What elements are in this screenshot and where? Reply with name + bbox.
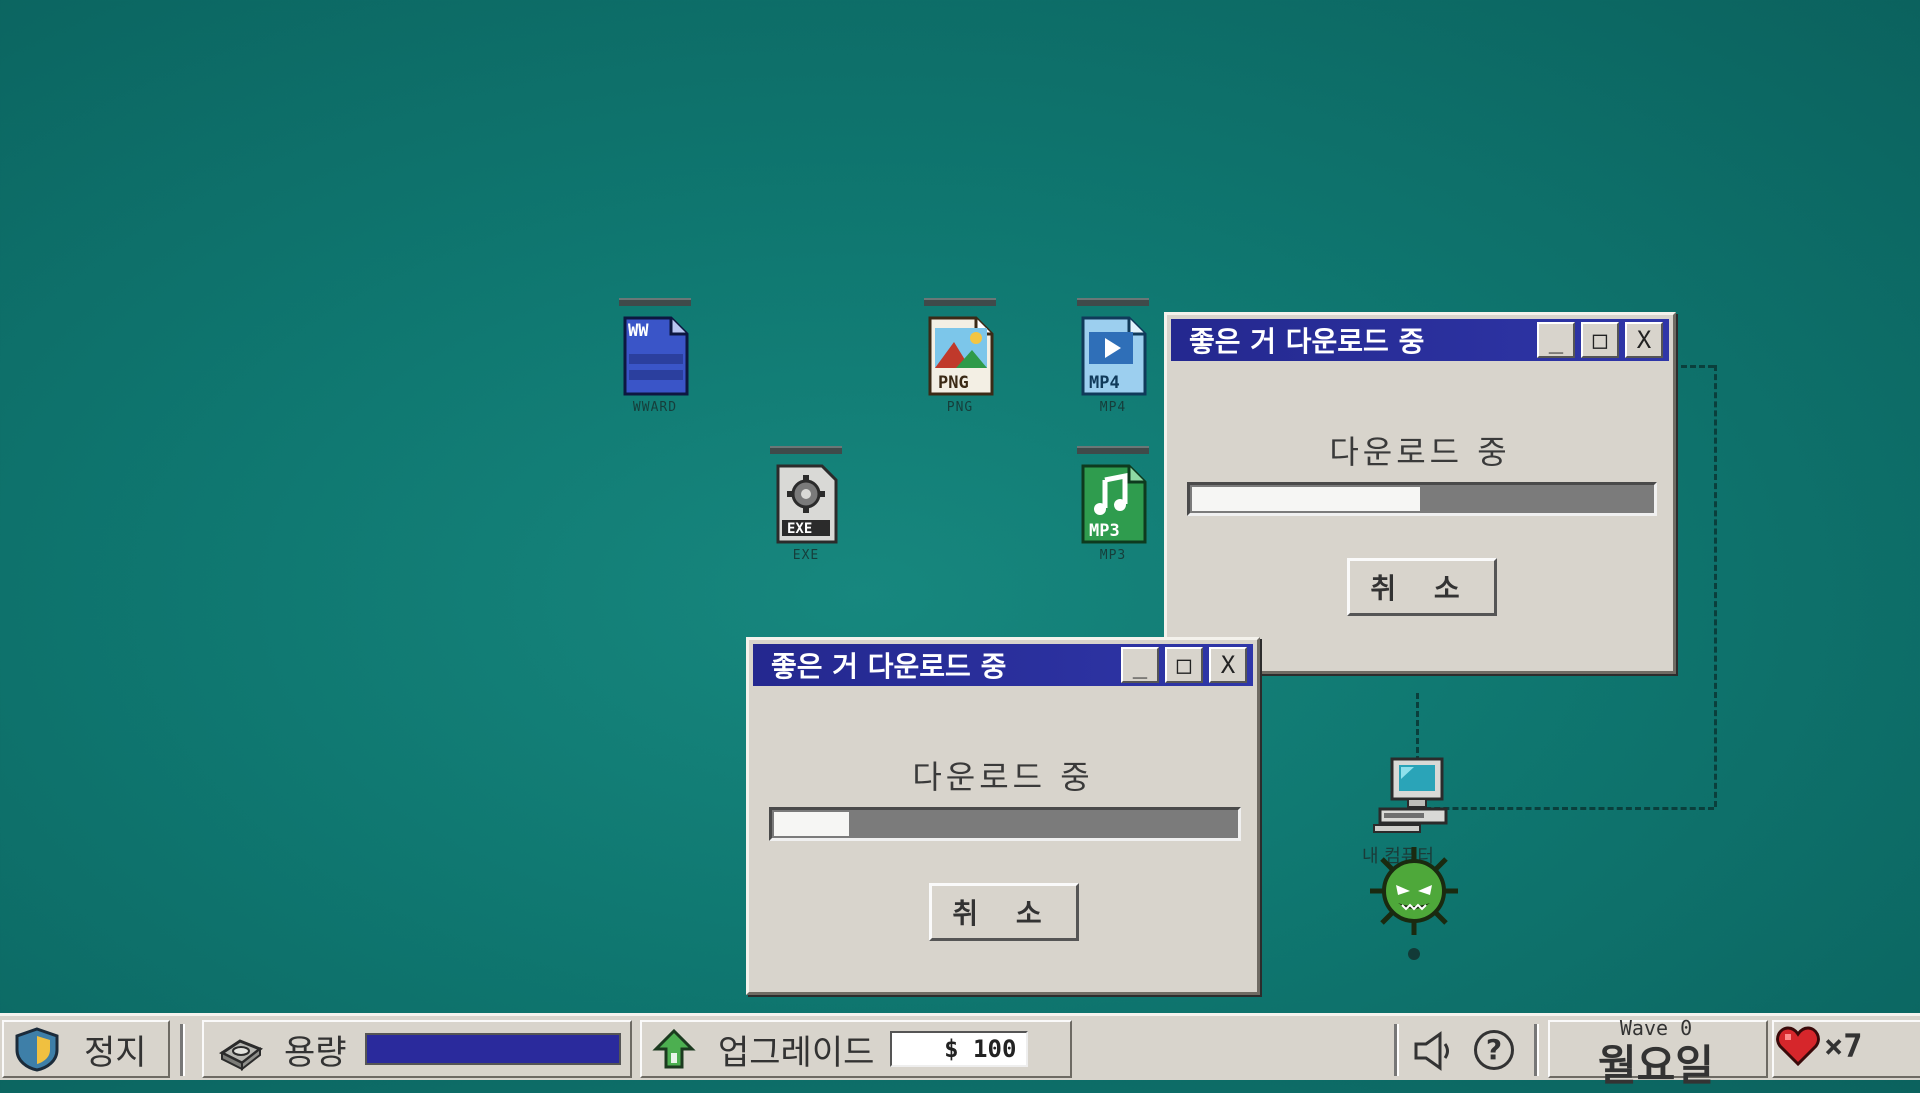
audio-file-icon: MP3 <box>1081 464 1147 544</box>
cancel-button[interactable]: 취 소 <box>929 883 1079 941</box>
upgrade-panel[interactable]: 업그레이드 $ 100 <box>640 1020 1072 1078</box>
minimize-button[interactable]: _ <box>1121 647 1159 683</box>
video-file-icon: MP4 <box>1081 316 1147 396</box>
cancel-button[interactable]: 취 소 <box>1347 558 1497 616</box>
image-file-icon: PNG <box>928 316 994 396</box>
capacity-label: 용량 <box>284 1032 347 1073</box>
capacity-bar <box>364 1033 621 1065</box>
download-message: 다운로드 중 <box>1329 433 1511 471</box>
day-label: 월요일 <box>1598 1041 1714 1090</box>
download-window[interactable]: 좋은 거 다운로드 중 _ □ X 다운로드 중 취 소 <box>746 637 1260 995</box>
icon-health-bar <box>1077 446 1149 454</box>
window-titlebar[interactable]: 좋은 거 다운로드 중 _ □ X <box>753 644 1253 686</box>
virus-enemy-icon <box>1370 847 1458 935</box>
stop-button[interactable]: 정지 <box>2 1020 170 1078</box>
file-icon-wward[interactable]: WW WWARD <box>610 298 700 415</box>
file-label: PNG <box>946 400 974 415</box>
upgrade-arrow-icon <box>652 1028 696 1069</box>
window-title: 좋은 거 다운로드 중 <box>771 650 1007 683</box>
path-marker <box>1408 948 1420 960</box>
taskbar-divider <box>1534 1024 1539 1076</box>
executable-file-icon: EXE <box>776 464 838 544</box>
icon-health-bar <box>770 446 842 454</box>
download-window[interactable]: 좋은 거 다운로드 중 _ □ X 다운로드 중 취 소 <box>1164 312 1676 674</box>
speaker-icon[interactable] <box>1410 1030 1456 1072</box>
computer-icon[interactable] <box>1370 755 1460 835</box>
heart-icon <box>1776 1026 1820 1066</box>
lives-count: ×7 <box>1824 1027 1863 1065</box>
document-file-icon: WW <box>623 316 689 396</box>
help-icon[interactable]: ? <box>1474 1030 1514 1070</box>
maximize-button[interactable]: □ <box>1165 647 1203 683</box>
close-button[interactable]: X <box>1209 647 1247 683</box>
file-icon-mp3[interactable]: MP3 MP3 <box>1068 446 1158 563</box>
money-display: $ 100 <box>890 1031 1029 1067</box>
file-label: EXE <box>792 548 820 563</box>
network-path <box>1672 365 1714 368</box>
file-icon-mp4[interactable]: MP4 MP4 <box>1068 298 1158 415</box>
svg-text:WW: WW <box>628 321 649 341</box>
progress-fill <box>774 812 850 836</box>
network-path <box>1416 807 1714 810</box>
minimize-button[interactable]: _ <box>1537 322 1575 358</box>
maximize-button[interactable]: □ <box>1581 322 1619 358</box>
window-titlebar[interactable]: 좋은 거 다운로드 중 _ □ X <box>1171 319 1669 361</box>
file-icon-exe[interactable]: EXE EXE <box>761 446 851 563</box>
hard-disk-icon <box>219 1039 263 1071</box>
network-path <box>1714 365 1717 807</box>
icon-health-bar <box>924 298 996 306</box>
download-progress-bar <box>769 807 1241 841</box>
icon-health-bar <box>619 298 691 306</box>
file-label: WWARD <box>632 400 678 415</box>
taskbar-divider <box>180 1024 185 1076</box>
download-message: 다운로드 중 <box>912 758 1094 796</box>
stop-label: 정지 <box>84 1032 147 1073</box>
taskbar-divider <box>1394 1024 1399 1076</box>
icon-health-bar <box>1077 298 1149 306</box>
capacity-panel: 용량 <box>202 1020 632 1078</box>
svg-text:EXE: EXE <box>787 521 812 537</box>
shield-icon <box>15 1027 59 1072</box>
window-title: 좋은 거 다운로드 중 <box>1189 325 1425 358</box>
download-progress-bar <box>1187 482 1657 516</box>
file-label: MP4 <box>1099 400 1127 415</box>
close-button[interactable]: X <box>1625 322 1663 358</box>
upgrade-label: 업그레이드 <box>718 1032 875 1073</box>
file-icon-png[interactable]: PNG PNG <box>915 298 1005 415</box>
desktop: WW WWARD PNG PNG MP4 MP4 EXE EXE MP3 MP3… <box>0 0 1920 1013</box>
svg-text:PNG: PNG <box>938 373 969 393</box>
progress-fill <box>1192 487 1420 511</box>
file-label: MP3 <box>1099 548 1127 563</box>
lives-display: ×7 <box>1776 1026 1863 1066</box>
svg-text:MP4: MP4 <box>1089 373 1120 393</box>
svg-text:MP3: MP3 <box>1089 521 1120 541</box>
